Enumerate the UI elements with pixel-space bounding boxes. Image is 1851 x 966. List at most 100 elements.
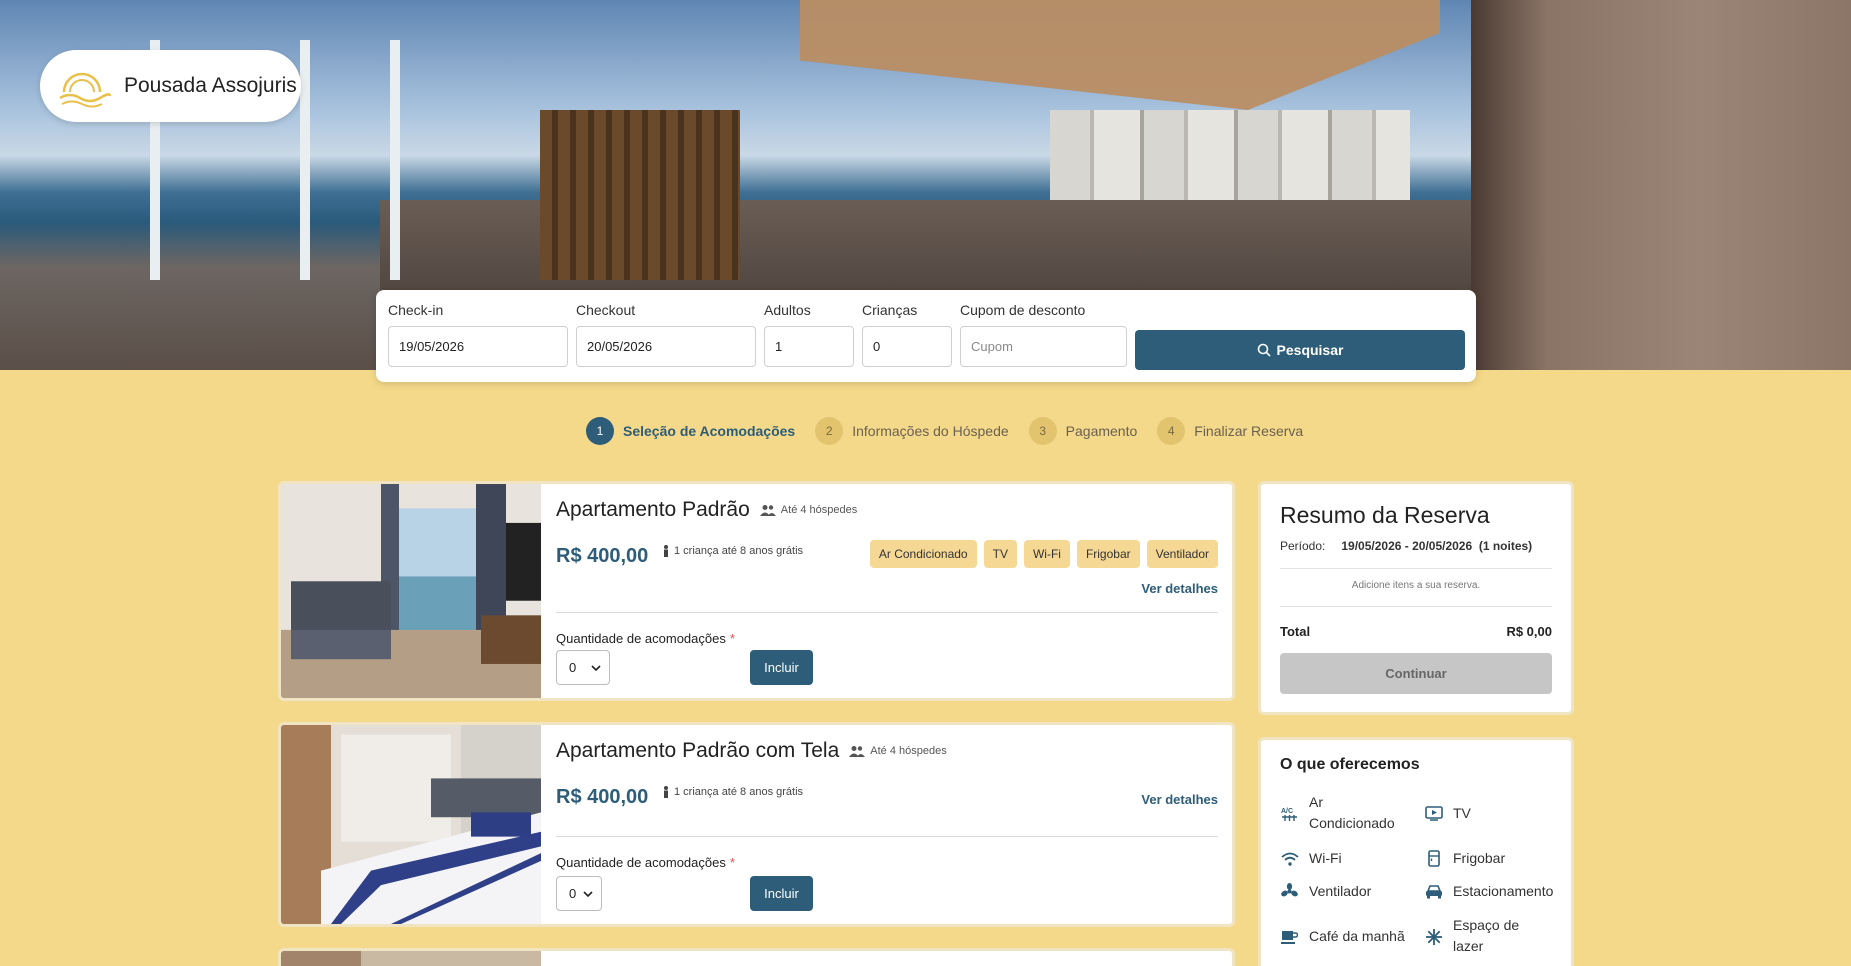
add-items-hint: Adicione itens a sua reserva. bbox=[1351, 580, 1481, 591]
divider bbox=[1280, 568, 1552, 569]
leisure-icon bbox=[1424, 926, 1443, 947]
offer-label: Frigobar bbox=[1453, 850, 1506, 866]
brand-name: Pousada Assojuris bbox=[124, 74, 297, 97]
offer-item: Ventilador bbox=[1280, 881, 1410, 902]
room-title: Apartamento Padrão com Tela Até 4 hósped… bbox=[556, 739, 947, 763]
wifi-icon bbox=[1280, 848, 1299, 869]
step-payment: 3 Pagamento bbox=[1028, 417, 1137, 445]
room-name: Apartamento Padrão com Tela bbox=[556, 739, 840, 762]
divider bbox=[1280, 606, 1552, 607]
qty-label-text: Quantidade de acomodações bbox=[556, 855, 726, 870]
amenity-tag: Ar Condicionado bbox=[869, 540, 977, 568]
total-value: R$ 0,00 bbox=[1506, 624, 1552, 639]
child-note: 1 criança até 8 anos grátis bbox=[662, 786, 803, 798]
offer-label: TV bbox=[1453, 805, 1471, 821]
qty-select-value: 0 bbox=[569, 886, 577, 901]
amenity-tag: Ventilador bbox=[1146, 540, 1218, 568]
amenity-tag: TV bbox=[983, 540, 1017, 568]
period-range: 19/05/2026 - 20/05/2026 bbox=[1341, 539, 1473, 553]
search-bar: Check-in 19/05/2026 Checkout 20/05/2026 … bbox=[376, 290, 1476, 382]
offer-item: Frigobar bbox=[1424, 848, 1564, 869]
svg-text:A/C: A/C bbox=[1281, 808, 1293, 815]
qty-label: Quantidade de acomodações * bbox=[556, 855, 735, 870]
room-price: R$ 400,00 bbox=[556, 545, 649, 567]
step-label: Seleção de Acomodações bbox=[623, 423, 796, 439]
required-mark: * bbox=[729, 631, 735, 646]
users-icon bbox=[849, 746, 866, 757]
checkout-field: Checkout 20/05/2026 bbox=[576, 302, 756, 367]
details-link[interactable]: Ver detalhes bbox=[1141, 581, 1218, 596]
room-body: Apartamento Padrão com Tela Até 4 hósped… bbox=[556, 725, 1218, 924]
step-selection: 1 Seleção de Acomodações bbox=[586, 417, 795, 445]
hero-buildings bbox=[1050, 110, 1410, 200]
room-capacity: Até 4 hóspedes bbox=[849, 745, 947, 757]
room-capacity-text: Até 4 hóspedes bbox=[870, 745, 947, 757]
children-input[interactable]: 0 bbox=[862, 326, 952, 367]
sun-wave-logo-icon bbox=[59, 72, 112, 108]
checkout-label: Checkout bbox=[576, 302, 636, 318]
coupon-field: Cupom de desconto Cupom bbox=[960, 302, 1127, 367]
qty-select[interactable]: 0 bbox=[556, 876, 602, 911]
room-title: Apartamento Padrão Até 4 hóspedes bbox=[556, 498, 857, 522]
room-body: Apartamento Padrão Até 4 hóspedes R$ 400… bbox=[556, 484, 1218, 698]
qty-select-value: 0 bbox=[569, 660, 577, 675]
qty-label: Quantidade de acomodações * bbox=[556, 631, 735, 646]
coffee-icon bbox=[1280, 926, 1299, 947]
details-link[interactable]: Ver detalhes bbox=[1141, 792, 1218, 807]
offer-label: Estacionamento bbox=[1453, 883, 1554, 899]
amenity-tag: Frigobar bbox=[1076, 540, 1140, 568]
hero-umbrella bbox=[800, 0, 1440, 110]
required-mark: * bbox=[729, 855, 735, 870]
offer-label: Espaço de lazer bbox=[1453, 917, 1520, 954]
period-label: Período: bbox=[1280, 539, 1326, 553]
room-capacity-text: Até 4 hóspedes bbox=[780, 504, 858, 516]
tv-icon bbox=[1424, 803, 1443, 824]
offer-item: A/C Ar Condicionado bbox=[1280, 792, 1410, 834]
step-label: Informações do Hóspede bbox=[852, 423, 1009, 439]
offer-item: Espaço de lazer bbox=[1424, 915, 1534, 957]
chevron-down-icon bbox=[591, 664, 601, 671]
checkin-input[interactable]: 19/05/2026 bbox=[388, 326, 568, 367]
brand-logo-link[interactable]: Pousada Assojuris bbox=[40, 50, 301, 122]
include-button[interactable]: Incluir bbox=[750, 876, 813, 911]
room-photo[interactable] bbox=[281, 725, 541, 924]
step-guest-info: 2 Informações do Hóspede bbox=[815, 417, 1009, 445]
search-button[interactable]: Pesquisar bbox=[1135, 330, 1465, 370]
step-number: 4 bbox=[1157, 417, 1186, 445]
qty-select[interactable]: 0 bbox=[556, 650, 610, 685]
fan-icon bbox=[1280, 881, 1299, 902]
room-photo[interactable] bbox=[281, 484, 541, 698]
children-field: Crianças 0 bbox=[862, 302, 952, 367]
room-photo[interactable] bbox=[281, 951, 541, 966]
offer-label: Ar Condicionado bbox=[1309, 794, 1395, 831]
continue-button[interactable]: Continuar bbox=[1280, 653, 1552, 694]
offer-item: Wi-Fi bbox=[1280, 848, 1410, 869]
fridge-icon bbox=[1424, 848, 1443, 869]
search-button-label: Pesquisar bbox=[1276, 342, 1344, 358]
summary-period: Período: 19/05/2026 - 20/05/2026 (1 noit… bbox=[1280, 539, 1532, 553]
divider bbox=[556, 836, 1218, 837]
coupon-label: Cupom de desconto bbox=[960, 302, 1086, 318]
offer-label: Ventilador bbox=[1309, 883, 1372, 899]
children-label: Crianças bbox=[862, 302, 918, 318]
offers-title: O que oferecemos bbox=[1280, 756, 1420, 773]
amenity-tags: Ar Condicionado TV Wi-Fi Frigobar Ventil… bbox=[869, 540, 1218, 568]
child-icon bbox=[664, 786, 668, 798]
checkout-input[interactable]: 20/05/2026 bbox=[576, 326, 756, 367]
hero-rail bbox=[300, 40, 310, 280]
summary-title: Resumo da Reserva bbox=[1280, 502, 1490, 528]
qty-label-text: Quantidade de acomodações bbox=[556, 631, 726, 646]
total-row: Total R$ 0,00 bbox=[1280, 624, 1552, 639]
coupon-input[interactable]: Cupom bbox=[960, 326, 1127, 367]
offer-item: TV bbox=[1424, 803, 1564, 824]
hero-fence bbox=[540, 110, 740, 280]
room-card: Apartamento Padrão Até 4 hóspedes R$ 400… bbox=[278, 481, 1235, 701]
checkin-label: Check-in bbox=[388, 302, 444, 318]
include-button[interactable]: Incluir bbox=[750, 650, 813, 685]
search-icon bbox=[1257, 343, 1271, 357]
period-nights: (1 noites) bbox=[1478, 539, 1533, 553]
room-card bbox=[278, 948, 1235, 966]
room-capacity: Até 4 hóspedes bbox=[759, 504, 858, 516]
summary-panel: Resumo da Reserva Período: 19/05/2026 - … bbox=[1258, 481, 1574, 715]
adults-input[interactable]: 1 bbox=[764, 326, 854, 367]
